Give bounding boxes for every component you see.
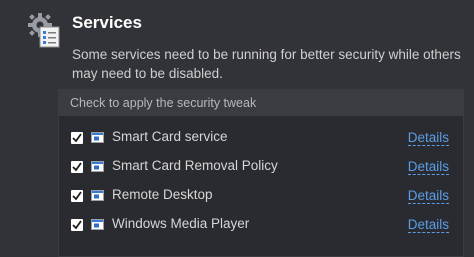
- section-title: Services: [72, 13, 142, 32]
- services-panel: Services Some services need to be runnin…: [0, 0, 474, 257]
- services-list: Check to apply the security tweak Smart …: [58, 89, 464, 257]
- service-window-icon: [91, 190, 104, 201]
- list-item: Smart Card service Details: [59, 126, 463, 150]
- details-link[interactable]: Details: [407, 188, 449, 204]
- service-window-icon: [91, 219, 104, 230]
- checkmark-icon: [72, 220, 82, 230]
- section-description: Some services need to be running for bet…: [72, 47, 461, 81]
- list-header: Check to apply the security tweak: [59, 90, 463, 116]
- list-item-label: Smart Card Removal Policy: [112, 158, 278, 173]
- checkbox[interactable]: [71, 132, 83, 144]
- list-item-label: Windows Media Player: [112, 216, 250, 231]
- list-item-label: Remote Desktop: [112, 187, 213, 202]
- list-item: Windows Media Player Details: [59, 213, 463, 237]
- list-item: Remote Desktop Details: [59, 184, 463, 208]
- gear-checklist-icon: [28, 13, 60, 48]
- details-link[interactable]: Details: [407, 217, 449, 233]
- details-link[interactable]: Details: [407, 159, 449, 175]
- checkmark-icon: [72, 133, 82, 143]
- checkbox[interactable]: [71, 219, 83, 231]
- service-window-icon: [91, 161, 104, 172]
- checkbox[interactable]: [71, 190, 83, 202]
- service-window-icon: [91, 132, 104, 143]
- checkmark-icon: [72, 191, 82, 201]
- list-item-label: Smart Card service: [112, 129, 228, 144]
- checkbox[interactable]: [71, 161, 83, 173]
- list-item: Smart Card Removal Policy Details: [59, 155, 463, 179]
- checkmark-icon: [72, 162, 82, 172]
- details-link[interactable]: Details: [407, 130, 449, 146]
